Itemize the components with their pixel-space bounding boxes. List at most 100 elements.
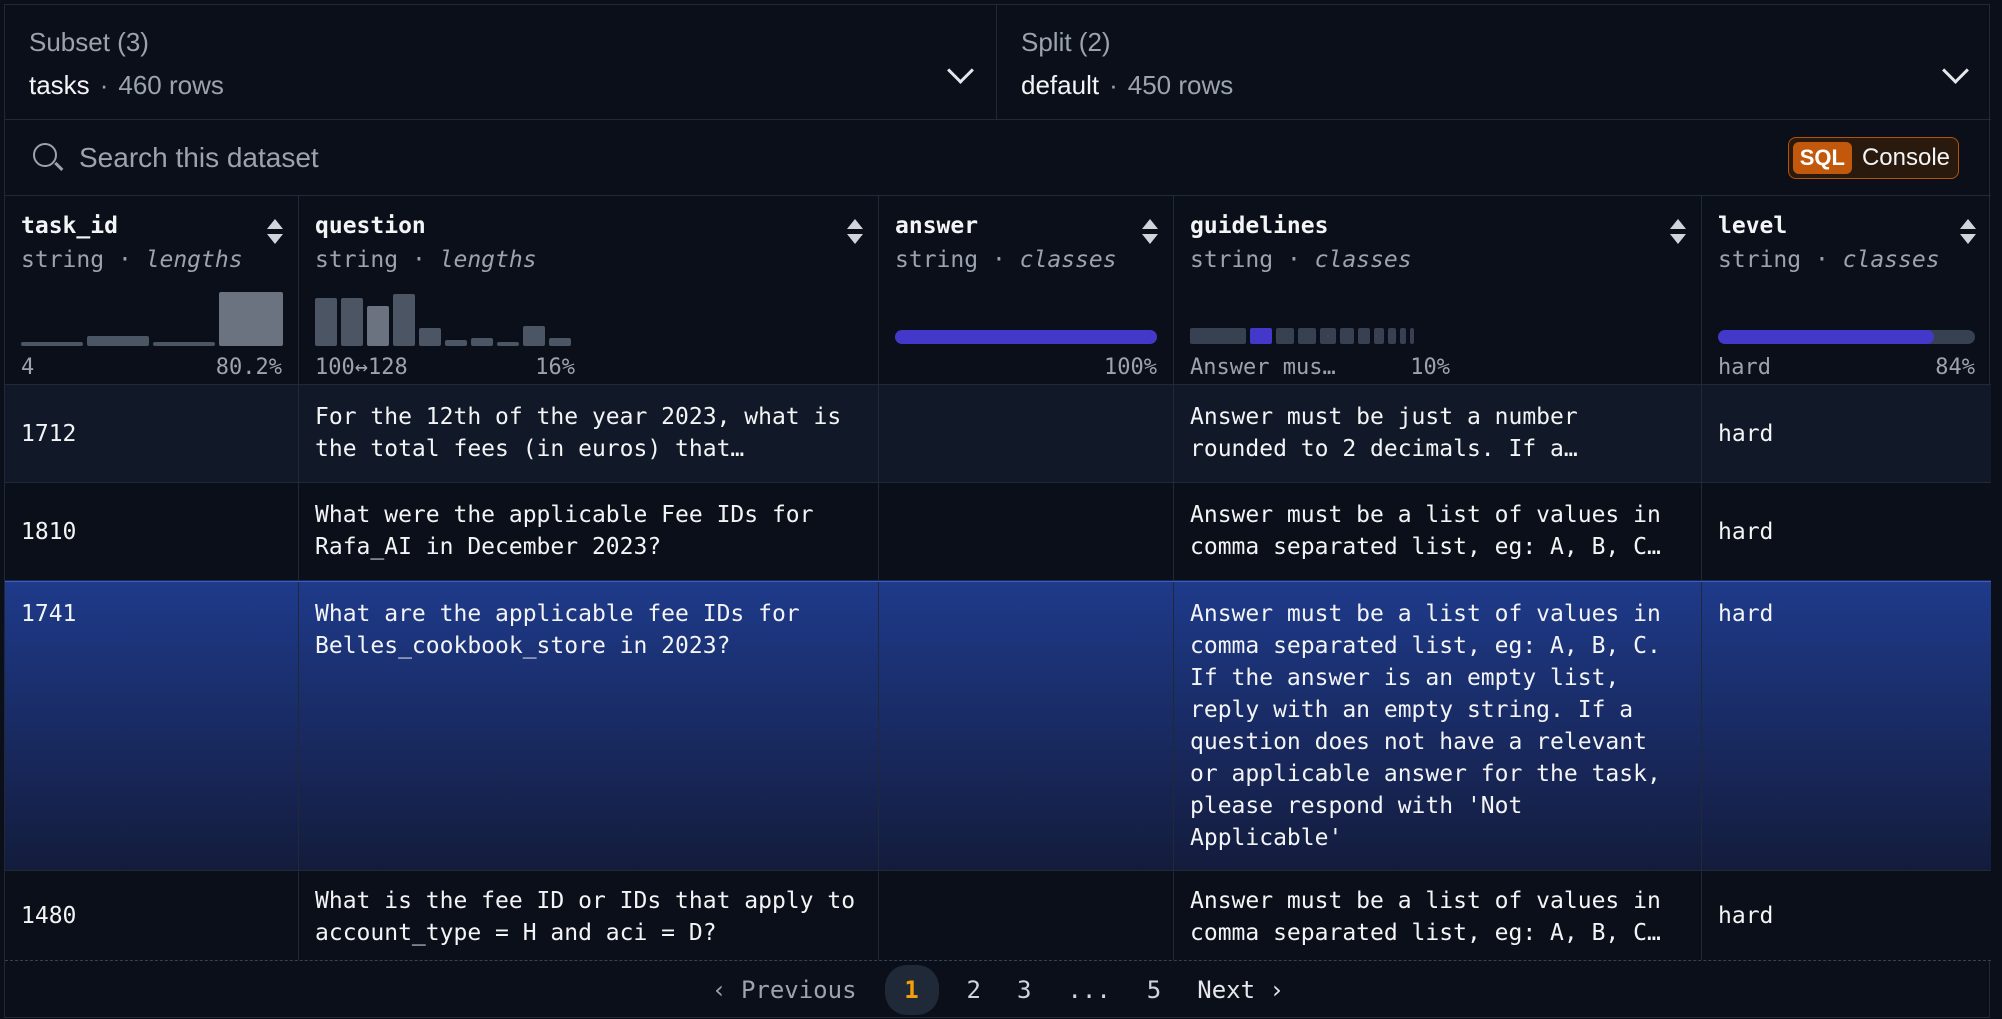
cell-guidelines[interactable]: Answer must be a list of values in comma… — [1174, 871, 1702, 960]
length-histogram[interactable] — [21, 290, 283, 346]
column-header-level[interactable]: level string · classes hard 84% — [1702, 195, 1991, 385]
search-input[interactable] — [77, 137, 1381, 179]
separator-dot: · — [1109, 70, 1118, 100]
length-histogram[interactable] — [315, 290, 862, 346]
class-segment[interactable] — [1320, 328, 1336, 344]
column-kind: classes — [1842, 247, 1940, 273]
column-type: string — [1190, 247, 1274, 273]
page-button-current[interactable]: 1 — [884, 965, 939, 1015]
cell-answer[interactable] — [879, 871, 1174, 960]
column-type: string — [895, 247, 979, 273]
histogram-bar[interactable] — [497, 342, 519, 346]
column-name: question — [315, 213, 426, 239]
split-selector[interactable]: Split (2) default · 450 rows — [997, 5, 1991, 119]
class-distribution-bar[interactable] — [1718, 330, 1975, 344]
subset-selector[interactable]: Subset (3) tasks · 460 rows — [5, 5, 997, 119]
histogram-bar[interactable] — [153, 342, 215, 346]
cell-task-id[interactable]: 1741 — [5, 582, 299, 870]
cell-answer[interactable] — [879, 483, 1174, 580]
class-segment[interactable] — [1276, 328, 1294, 344]
selector-bar: Subset (3) tasks · 460 rows Split (2) defa… — [5, 5, 1991, 120]
table-row-selected[interactable]: 1741 What are the applicable fee IDs for… — [5, 581, 1991, 871]
cell-level[interactable]: hard — [1702, 871, 1991, 960]
split-value: default — [1021, 70, 1100, 100]
table-row[interactable]: 1480 What is the fee ID or IDs that appl… — [5, 871, 1991, 961]
cell-task-id[interactable]: 1480 — [5, 871, 299, 960]
table-row[interactable]: 1712 For the 12th of the year 2023, what… — [5, 385, 1991, 483]
column-type: string — [21, 247, 105, 273]
class-segment[interactable] — [1388, 328, 1396, 344]
cell-answer[interactable] — [879, 582, 1174, 870]
column-name: task_id — [21, 213, 118, 239]
cell-guidelines[interactable]: Answer must be just a number rounded to … — [1174, 385, 1702, 482]
cell-guidelines[interactable]: Answer must be a list of values in comma… — [1174, 582, 1702, 870]
histogram-bar[interactable] — [21, 342, 83, 346]
cell-question[interactable]: For the 12th of the year 2023, what is t… — [299, 385, 879, 482]
cell-question[interactable]: What are the applicable fee IDs for Bell… — [299, 582, 879, 870]
cell-question[interactable]: What is the fee ID or IDs that apply to … — [299, 871, 879, 960]
cell-answer[interactable] — [879, 385, 1174, 482]
page-button[interactable]: 2 — [967, 976, 981, 1004]
chevron-right-icon: › — [1269, 976, 1284, 1004]
sort-icon[interactable] — [846, 219, 864, 247]
stat-class: hard — [1718, 355, 1771, 380]
class-fill — [1718, 330, 1934, 344]
histogram-bar[interactable] — [523, 326, 545, 346]
column-name: answer — [895, 213, 979, 239]
column-header-question[interactable]: question string · lengths 100↔128 16% — [299, 195, 879, 385]
class-segment[interactable] — [1410, 328, 1414, 344]
stat-percent: 84% — [1935, 355, 1975, 380]
subset-label: Subset (3) — [29, 27, 149, 57]
page-button[interactable]: 3 — [1017, 976, 1031, 1004]
subset-rows: 460 rows — [118, 70, 224, 100]
histogram-bar[interactable] — [419, 328, 441, 346]
cell-question[interactable]: What were the applicable Fee IDs for Raf… — [299, 483, 879, 580]
sql-console-button[interactable]: SQL Console — [1787, 137, 1959, 179]
histogram-bar[interactable] — [315, 298, 337, 346]
column-header-task-id[interactable]: task_id string · lengths 4 80.2% — [5, 195, 299, 385]
sql-console-label: Console — [1861, 144, 1950, 171]
histogram-bar[interactable] — [549, 338, 571, 346]
histogram-bar[interactable] — [87, 336, 149, 346]
column-kind: lengths — [145, 247, 243, 273]
histogram-bar[interactable] — [445, 340, 467, 346]
sort-icon[interactable] — [266, 219, 284, 247]
next-page-button[interactable]: Next › — [1197, 976, 1284, 1004]
column-header-guidelines[interactable]: guidelines string · classes Answer mus… 1… — [1174, 195, 1702, 385]
stat-min: 4 — [21, 355, 35, 380]
histogram-bar[interactable] — [393, 294, 415, 346]
sql-badge: SQL — [1792, 142, 1852, 174]
pagination: ‹ Previous 1 2 3 ... 5 Next › — [5, 961, 1991, 1019]
class-segment[interactable] — [1250, 328, 1272, 344]
sort-icon[interactable] — [1959, 219, 1977, 247]
cell-guidelines[interactable]: Answer must be a list of values in comma… — [1174, 483, 1702, 580]
class-segment[interactable] — [1400, 328, 1406, 344]
table-row[interactable]: 1810 What were the applicable Fee IDs fo… — [5, 483, 1991, 581]
sort-icon[interactable] — [1141, 219, 1159, 247]
column-header-answer[interactable]: answer string · classes 100% — [879, 195, 1174, 385]
sort-icon[interactable] — [1669, 219, 1687, 247]
cell-level[interactable]: hard — [1702, 385, 1991, 482]
previous-page-button[interactable]: ‹ Previous — [712, 976, 857, 1004]
column-type: string — [1718, 247, 1802, 273]
cell-level[interactable]: hard — [1702, 582, 1991, 870]
stat-percent: 10% — [1410, 355, 1450, 380]
stat-range: 100↔128 — [315, 355, 408, 380]
class-distribution-bar[interactable] — [895, 330, 1157, 344]
cell-task-id[interactable]: 1810 — [5, 483, 299, 580]
histogram-bar[interactable] — [219, 292, 283, 346]
histogram-bar[interactable] — [341, 298, 363, 346]
cell-task-id[interactable]: 1712 — [5, 385, 299, 482]
histogram-bar[interactable] — [471, 338, 493, 346]
class-segment[interactable] — [1358, 328, 1370, 344]
page-button[interactable]: 5 — [1147, 976, 1161, 1004]
separator-dot: · — [99, 70, 109, 100]
column-name: guidelines — [1190, 213, 1329, 239]
class-segment[interactable] — [1298, 328, 1316, 344]
cell-level[interactable]: hard — [1702, 483, 1991, 580]
class-segment[interactable] — [1374, 328, 1384, 344]
class-segment[interactable] — [1340, 328, 1354, 344]
class-segment[interactable] — [1190, 328, 1246, 344]
histogram-bar[interactable] — [367, 306, 389, 346]
dataset-viewer: Subset (3) tasks · 460 rows Split (2) defa… — [4, 4, 1991, 1019]
